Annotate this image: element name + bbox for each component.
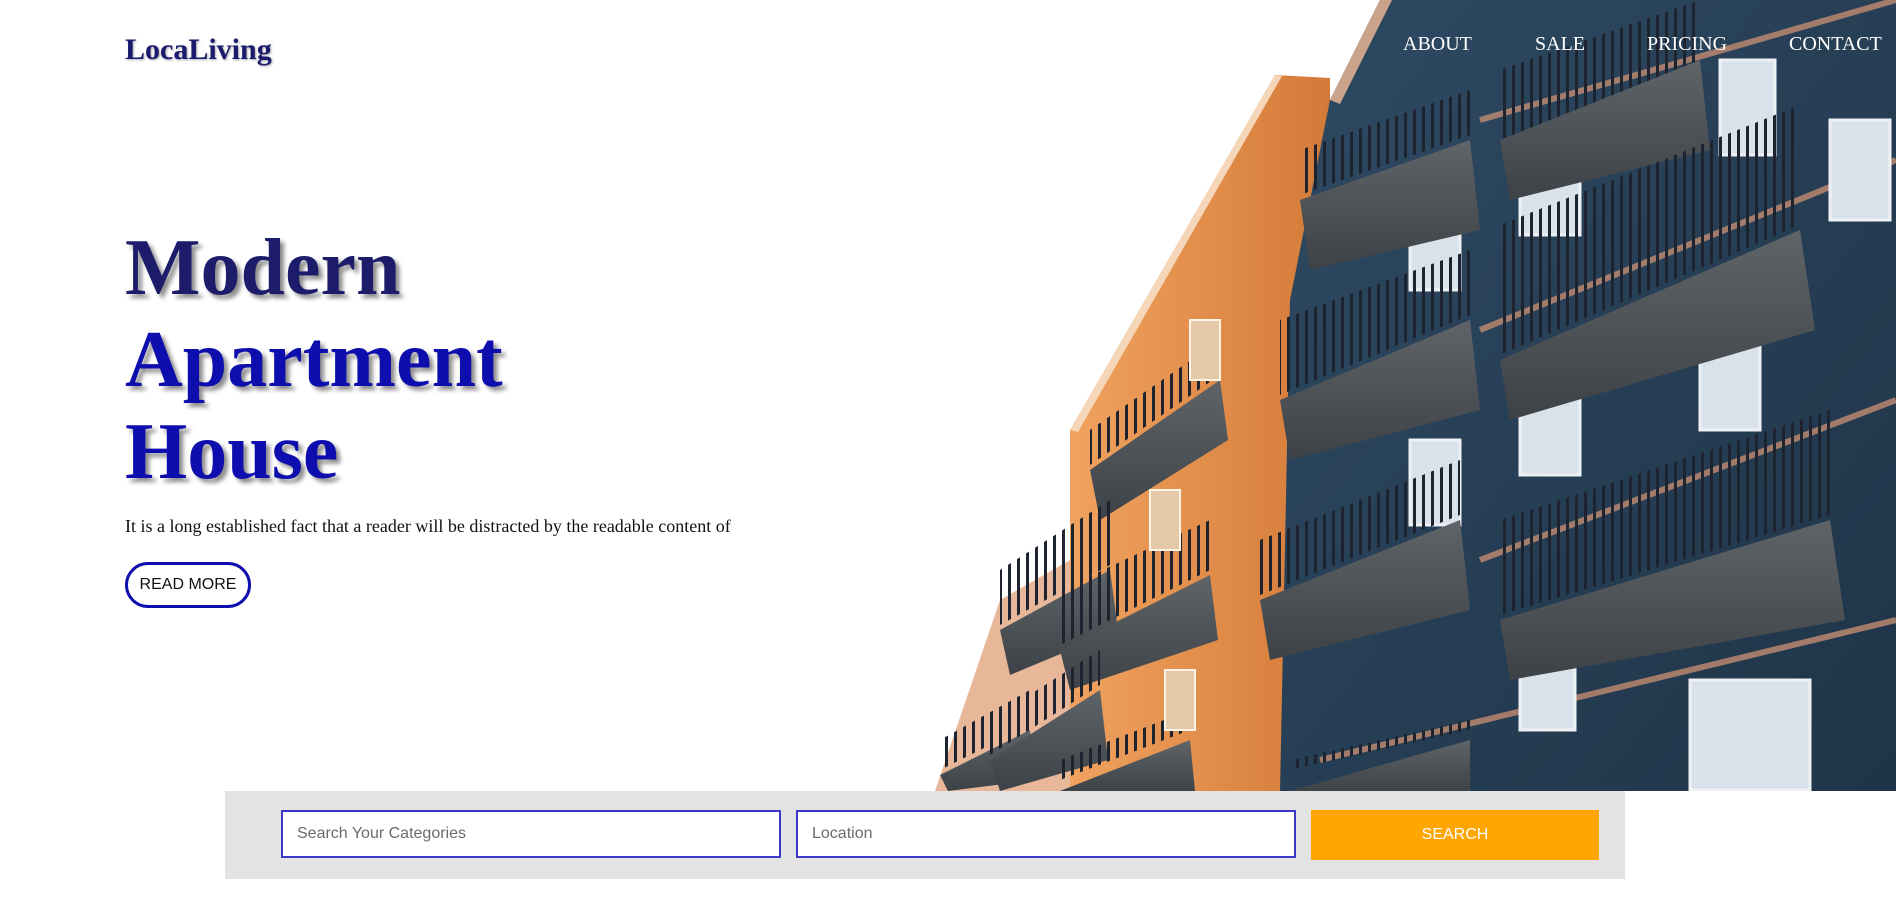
main-nav: ABOUT SALE PRICING CONTACT [1400, 33, 1896, 63]
nav-contact[interactable]: CONTACT [1789, 33, 1882, 56]
search-bar: SEARCH [225, 791, 1625, 879]
headline-line-2: Apartment [125, 316, 503, 404]
read-more-button[interactable]: READ MORE [125, 562, 251, 608]
nav-about[interactable]: ABOUT [1403, 33, 1472, 56]
location-input[interactable] [796, 810, 1296, 858]
headline-line-1: Modern [125, 224, 401, 312]
nav-pricing[interactable]: PRICING [1647, 33, 1727, 56]
hero-headline: Modern Apartment House [125, 222, 503, 498]
search-button[interactable]: SEARCH [1311, 810, 1599, 860]
category-search-input[interactable] [281, 810, 781, 858]
site-logo[interactable]: LocaLiving [125, 33, 272, 67]
nav-sale[interactable]: SALE [1535, 33, 1585, 56]
hero-tagline: It is a long established fact that a rea… [125, 516, 731, 536]
headline-line-3: House [125, 408, 339, 496]
